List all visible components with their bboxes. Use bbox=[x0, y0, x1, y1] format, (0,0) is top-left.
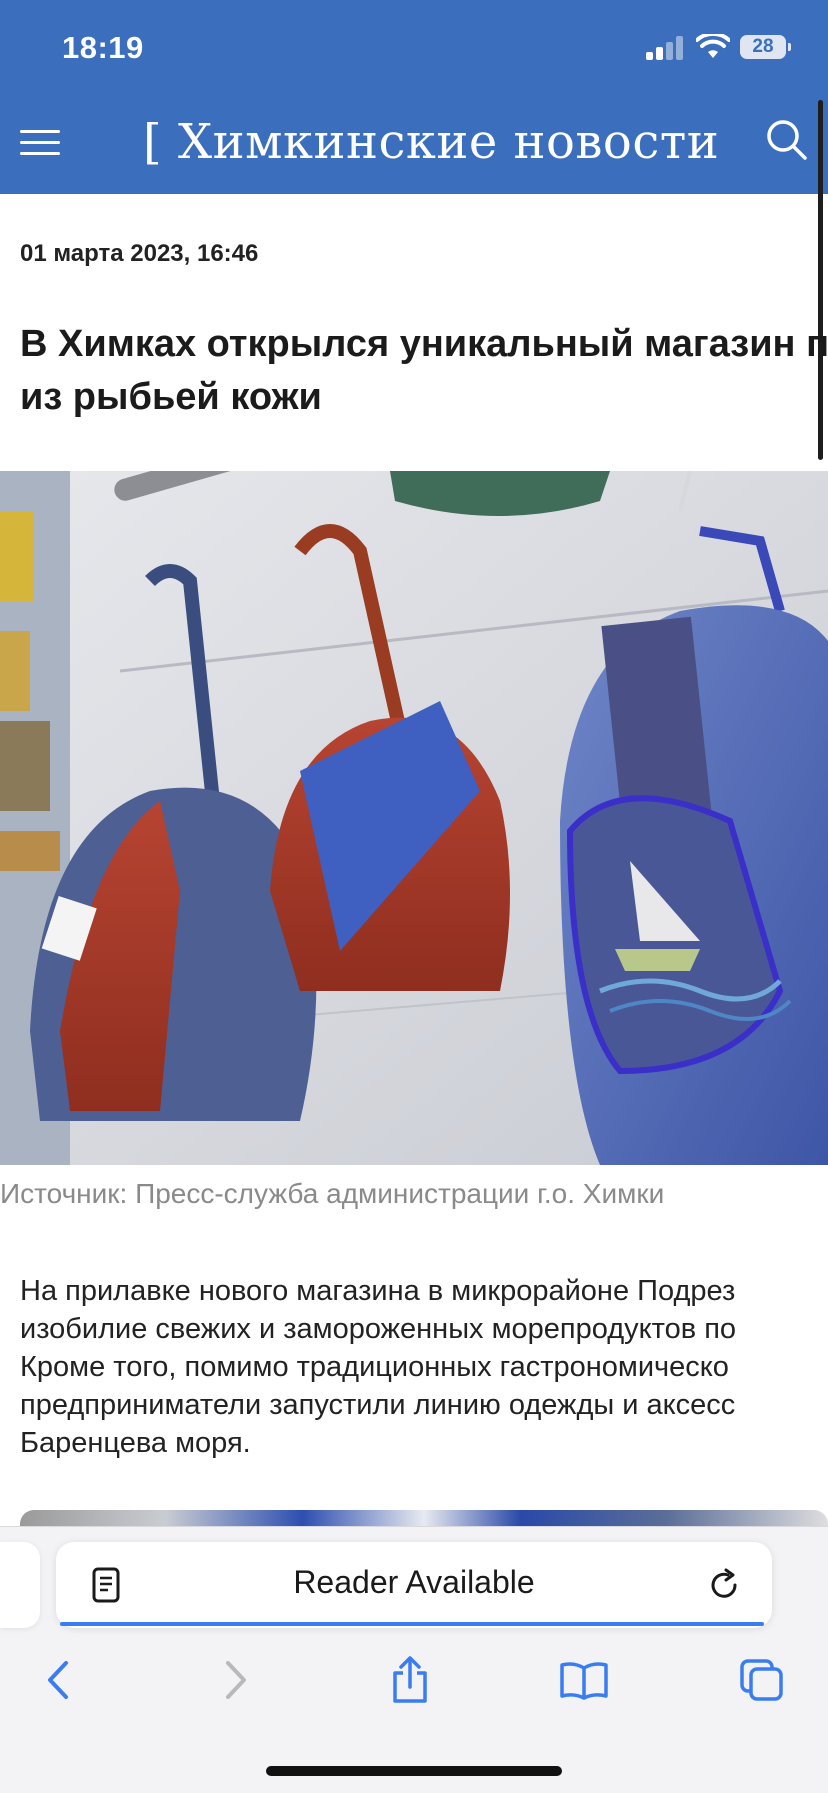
headline-line: из рыбьей кожи bbox=[20, 376, 322, 418]
reader-available-label[interactable]: Reader Available bbox=[56, 1564, 772, 1601]
article-headline: В Химках открылся уникальный магазин п и… bbox=[20, 318, 828, 424]
share-icon bbox=[393, 1656, 427, 1703]
share-button[interactable] bbox=[380, 1652, 440, 1708]
site-header: 18:19 28 [ Химкинские новости bbox=[0, 0, 828, 194]
status-icons: 28 bbox=[646, 34, 791, 60]
forward-icon bbox=[226, 1661, 246, 1699]
home-indicator[interactable] bbox=[266, 1766, 562, 1776]
site-title[interactable]: [ Химкинские новости bbox=[143, 114, 719, 170]
headline-line: В Химках открылся уникальный магазин п bbox=[20, 323, 828, 365]
status-time: 18:19 bbox=[62, 30, 144, 65]
search-icon[interactable] bbox=[765, 118, 809, 162]
reload-icon[interactable] bbox=[706, 1567, 742, 1603]
wifi-icon bbox=[696, 34, 730, 58]
tabs-button[interactable] bbox=[732, 1652, 792, 1708]
previous-tab-peek[interactable] bbox=[0, 1542, 40, 1628]
bookmarks-button[interactable] bbox=[554, 1652, 614, 1708]
back-button[interactable] bbox=[28, 1652, 88, 1708]
menu-icon[interactable] bbox=[20, 130, 60, 156]
page-load-progress bbox=[60, 1622, 764, 1626]
battery-level: 28 bbox=[752, 36, 774, 57]
article-body: На прилавке нового магазина в микрорайон… bbox=[20, 1272, 736, 1462]
body-line: изобилие свежих и замороженных морепроду… bbox=[20, 1313, 737, 1345]
body-line: предприниматели запустили линию одежды и… bbox=[20, 1389, 736, 1421]
article-photo[interactable] bbox=[0, 471, 828, 1165]
body-line: Баренцева моря. bbox=[20, 1427, 251, 1459]
address-bar[interactable]: Reader Available bbox=[56, 1542, 772, 1628]
photo-caption: Источник: Пресс-служба администрации г.о… bbox=[0, 1178, 665, 1209]
back-icon bbox=[48, 1661, 68, 1699]
body-line: На прилавке нового магазина в микрорайон… bbox=[20, 1275, 736, 1307]
body-line: Кроме того, помимо традиционных гастроно… bbox=[20, 1351, 729, 1383]
battery-icon: 28 bbox=[740, 35, 791, 59]
bags-photo-illustration bbox=[0, 471, 828, 1165]
bookmarks-icon bbox=[560, 1662, 608, 1700]
signal-icon bbox=[646, 34, 686, 60]
article-date: 01 марта 2023, 16:46 bbox=[20, 240, 259, 267]
tabs-icon bbox=[740, 1659, 783, 1701]
forward-button[interactable] bbox=[206, 1652, 266, 1708]
